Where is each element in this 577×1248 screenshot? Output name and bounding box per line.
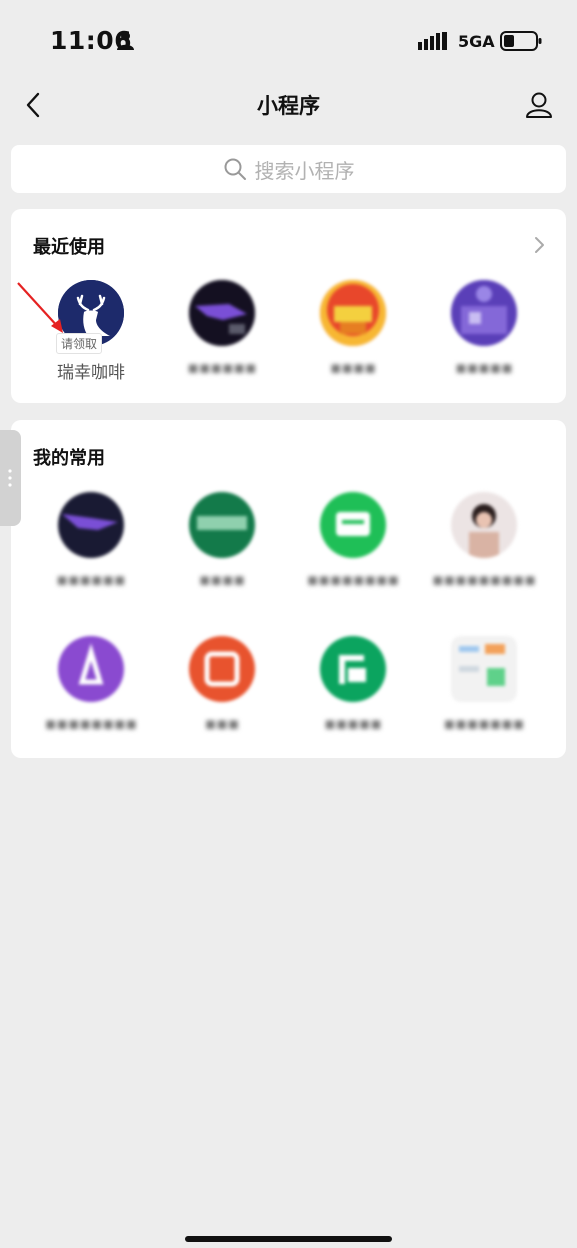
app-name: 瑞幸咖啡: [57, 363, 125, 383]
recent-section: 最近使用 瑞幸咖啡 ▪▪▪▪▪▪ ▪▪▪▪ ▪▪▪▪▪: [11, 209, 566, 403]
claim-badge: 请领取: [56, 333, 103, 354]
favorites-section-title: 我的常用: [33, 448, 105, 469]
app-name: ▪▪▪▪▪▪▪▪: [306, 570, 400, 590]
app-name: ▪▪▪▪▪▪▪▪▪: [432, 570, 536, 590]
fav-app-4[interactable]: ▪▪▪▪▪▪▪▪▪: [419, 492, 549, 602]
chevron-right-icon[interactable]: [534, 235, 546, 255]
person-icon: [117, 31, 134, 50]
app-name: ▪▪▪▪▪▪: [56, 570, 126, 590]
app-name: ▪▪▪▪▪▪▪: [443, 714, 525, 734]
app-icon: [451, 492, 517, 558]
recent-section-title: 最近使用: [33, 237, 105, 258]
app-name: ▪▪▪: [204, 714, 240, 734]
app-icon: [189, 280, 255, 346]
profile-icon[interactable]: [524, 90, 554, 120]
app-icon: [320, 280, 386, 346]
fav-app-7[interactable]: ▪▪▪▪▪: [288, 636, 418, 746]
app-icon: [189, 636, 255, 702]
search-icon: [224, 158, 246, 180]
network-label: 5GA: [458, 32, 495, 51]
fav-app-6[interactable]: ▪▪▪: [157, 636, 287, 746]
recent-app-2[interactable]: ▪▪▪▪▪▪: [157, 280, 287, 390]
app-name: ▪▪▪▪▪: [455, 358, 513, 378]
app-name: ▪▪▪▪▪: [324, 714, 382, 734]
fav-app-5[interactable]: ▪▪▪▪▪▪▪▪: [26, 636, 156, 746]
fav-app-2[interactable]: ▪▪▪▪: [157, 492, 287, 602]
app-icon: [451, 280, 517, 346]
recent-app-4[interactable]: ▪▪▪▪▪: [419, 280, 549, 390]
status-bar: 11:06 5GA: [0, 0, 577, 84]
battery-icon: [500, 31, 542, 51]
search-input[interactable]: 搜索小程序: [11, 145, 566, 193]
app-name: ▪▪▪▪: [329, 358, 377, 378]
signal-icon: [418, 32, 447, 50]
app-icon: [189, 492, 255, 558]
home-indicator[interactable]: [185, 1236, 392, 1242]
search-placeholder: 搜索小程序: [254, 158, 355, 183]
page-title: 小程序: [257, 94, 320, 118]
side-drawer-handle[interactable]: [0, 430, 21, 526]
nav-bar: 小程序: [0, 84, 577, 128]
app-icon: [58, 636, 124, 702]
app-icon: [58, 492, 124, 558]
fav-app-1[interactable]: ▪▪▪▪▪▪: [26, 492, 156, 602]
app-icon: [320, 492, 386, 558]
app-icon: [451, 636, 517, 702]
app-name: ▪▪▪▪▪▪: [187, 358, 257, 378]
fav-app-8[interactable]: ▪▪▪▪▪▪▪: [419, 636, 549, 746]
drag-dots-icon: [8, 469, 12, 487]
recent-app-3[interactable]: ▪▪▪▪: [288, 280, 418, 390]
app-name: ▪▪▪▪▪▪▪▪: [44, 714, 138, 734]
annotation-arrow-icon: [17, 282, 63, 333]
app-icon: [320, 636, 386, 702]
favorites-section: 我的常用 ▪▪▪▪▪▪ ▪▪▪▪ ▪▪▪▪▪▪▪▪ ▪▪▪▪▪▪▪▪▪ ▪▪▪▪…: [11, 420, 566, 758]
fav-app-3[interactable]: ▪▪▪▪▪▪▪▪: [288, 492, 418, 602]
app-name: ▪▪▪▪: [198, 570, 246, 590]
